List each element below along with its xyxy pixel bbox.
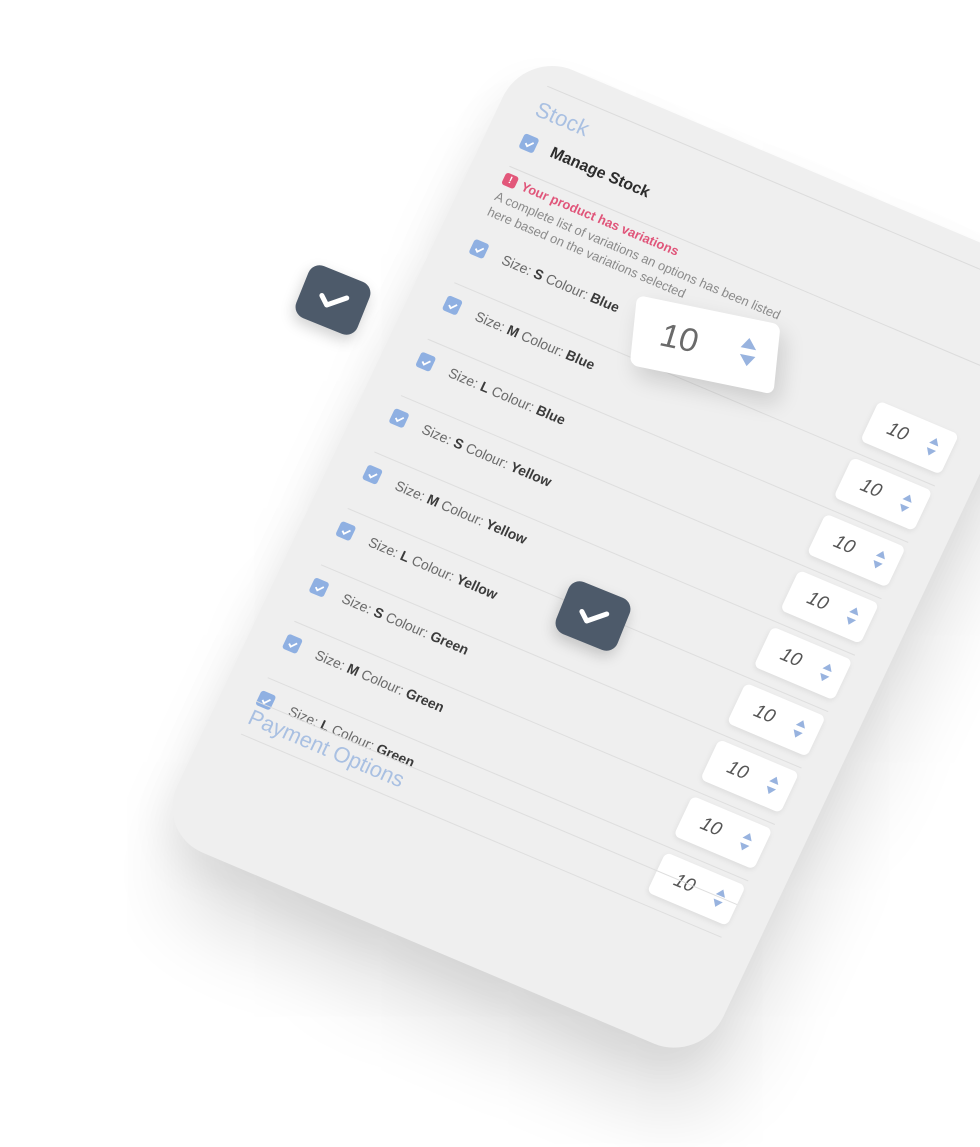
check-icon <box>448 303 458 309</box>
colour-label: Colour: <box>409 552 458 584</box>
check-icon <box>319 293 350 308</box>
zoomed-quantity-value: 10 <box>658 316 700 361</box>
colour-label: Colour: <box>358 666 407 699</box>
check-icon <box>579 609 610 624</box>
colour-label: Colour: <box>518 327 567 360</box>
size-label: Size: <box>445 364 482 392</box>
colour-value: Green <box>427 627 472 658</box>
arrow-up-icon[interactable] <box>849 605 862 616</box>
colour-label: Colour: <box>489 382 538 415</box>
arrow-down-icon[interactable] <box>870 560 883 571</box>
quantity-value: 10 <box>696 813 726 841</box>
arrow-up-icon[interactable] <box>795 718 808 729</box>
size-label: Size: <box>312 646 348 674</box>
variant-checkbox[interactable] <box>468 238 490 260</box>
size-label: Size: <box>365 533 402 561</box>
quantity-value: 10 <box>723 756 752 785</box>
arrow-down-icon[interactable] <box>923 447 937 458</box>
warning-icon: ! <box>501 172 520 190</box>
quantity-value: 10 <box>776 644 806 672</box>
arrow-up-icon[interactable] <box>740 336 758 351</box>
check-icon <box>474 247 484 253</box>
variant-checkbox[interactable] <box>441 295 464 316</box>
size-label: Size: <box>392 477 428 504</box>
arrow-down-icon[interactable] <box>738 353 756 368</box>
colour-label: Colour: <box>543 270 592 303</box>
quantity-value: 10 <box>883 418 912 446</box>
colour-value: Blue <box>533 401 569 428</box>
colour-value: Green <box>403 684 447 716</box>
size-label: Size: <box>499 251 535 279</box>
check-icon <box>394 416 404 422</box>
arrow-up-icon[interactable] <box>742 831 755 842</box>
quantity-value: 10 <box>830 531 859 559</box>
check-icon <box>314 585 324 591</box>
manage-stock-label: Manage Stock <box>547 144 653 202</box>
colour-value: Yellow <box>483 515 530 548</box>
check-badge <box>291 261 375 339</box>
size-label: Size: <box>419 420 455 448</box>
arrow-up-icon[interactable] <box>875 549 888 560</box>
arrow-down-icon[interactable] <box>710 898 723 909</box>
arrow-up-icon[interactable] <box>769 774 782 785</box>
colour-label: Colour: <box>438 496 487 529</box>
size-label: Size: <box>472 308 508 335</box>
manage-stock-checkbox[interactable] <box>518 133 540 154</box>
check-icon <box>341 529 351 535</box>
quantity-value: 10 <box>750 700 779 728</box>
stock-card: Stock Manage Stock ! Your product has va… <box>155 50 980 1064</box>
scene: Stock Manage Stock ! Your product has va… <box>0 0 980 1147</box>
colour-value: Blue <box>587 289 623 316</box>
arrow-down-icon[interactable] <box>790 729 803 740</box>
card-content: Stock Manage Stock ! Your product has va… <box>188 64 980 1050</box>
arrow-up-icon[interactable] <box>929 436 942 447</box>
variant-checkbox[interactable] <box>335 520 357 542</box>
arrow-down-icon[interactable] <box>763 785 777 796</box>
variant-checkbox[interactable] <box>281 633 304 655</box>
variant-checkbox[interactable] <box>308 577 330 598</box>
quantity-value: 10 <box>856 474 886 503</box>
arrow-up-icon[interactable] <box>822 661 835 673</box>
colour-value: Blue <box>563 346 598 373</box>
arrow-up-icon[interactable] <box>902 492 915 503</box>
colour-label: Colour: <box>463 439 512 472</box>
variant-checkbox[interactable] <box>388 407 410 429</box>
check-icon <box>288 641 298 648</box>
check-icon <box>421 359 431 366</box>
colour-label: Colour: <box>383 608 432 641</box>
check-icon <box>368 472 378 478</box>
arrow-down-icon[interactable] <box>843 616 857 627</box>
size-label: Size: <box>339 590 375 617</box>
arrow-down-icon[interactable] <box>817 672 830 684</box>
quantity-value: 10 <box>670 869 699 898</box>
colour-value: Yellow <box>453 570 501 603</box>
check-icon <box>524 141 534 147</box>
arrow-down-icon[interactable] <box>897 503 910 514</box>
quantity-value: 10 <box>803 587 832 615</box>
colour-value: Yellow <box>507 458 555 490</box>
variant-checkbox[interactable] <box>415 351 437 373</box>
arrow-down-icon[interactable] <box>737 842 750 853</box>
variant-list: Size: S Colour: Blue 10 Size: M Colour: … <box>240 64 980 938</box>
variant-checkbox[interactable] <box>361 464 384 485</box>
